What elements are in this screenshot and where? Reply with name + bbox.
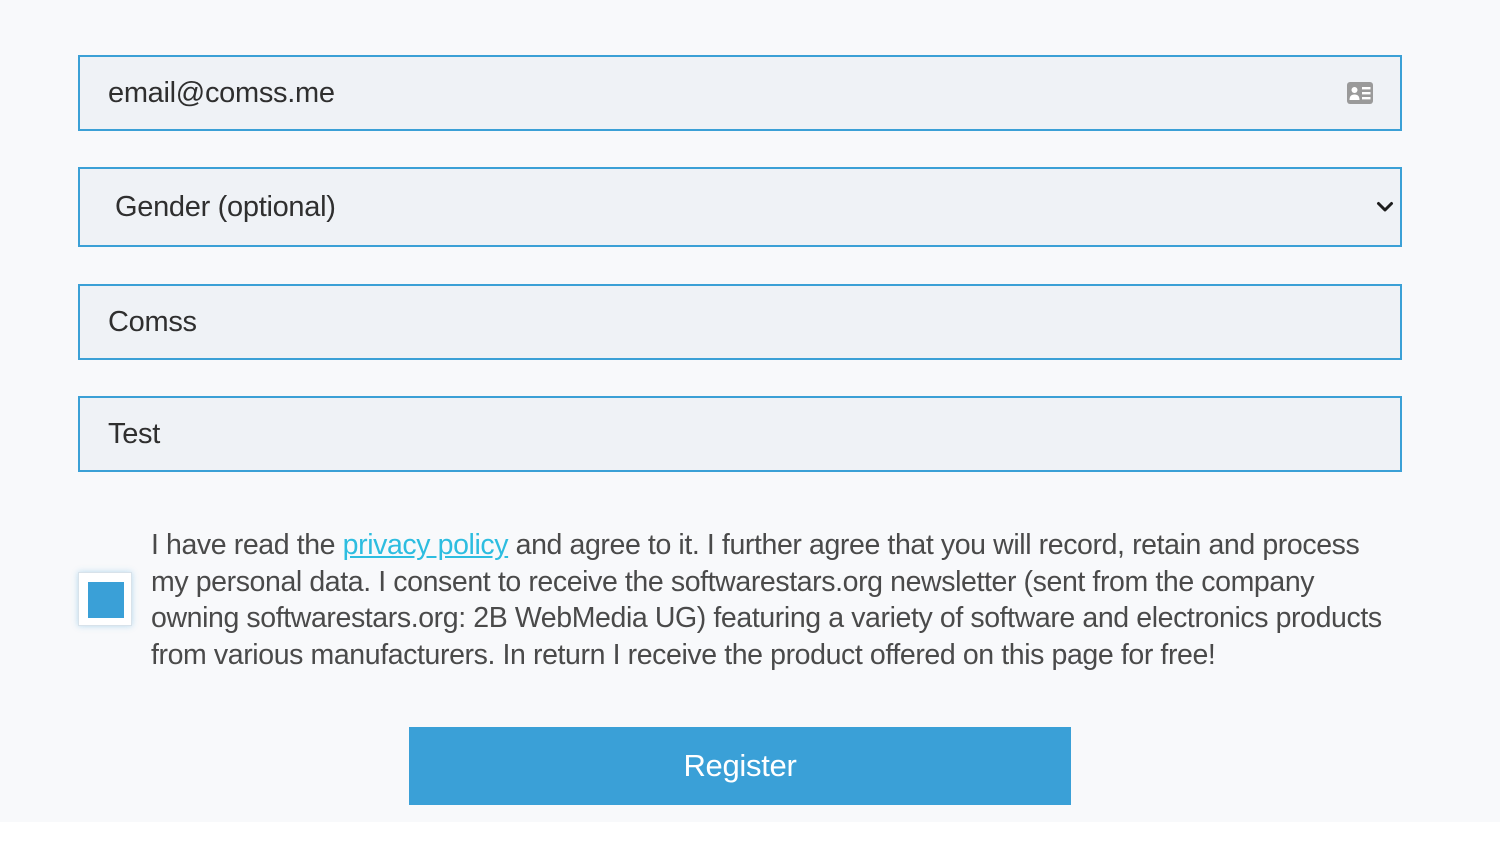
contact-card-icon[interactable] <box>1346 81 1374 105</box>
gender-field[interactable]: Gender (optional) <box>78 167 1402 247</box>
page-footer-band <box>0 822 1500 854</box>
register-button[interactable]: Register <box>409 727 1071 805</box>
last-name-field[interactable] <box>78 396 1402 472</box>
privacy-policy-link[interactable]: privacy policy <box>343 529 509 561</box>
checkbox-checked-indicator <box>88 582 124 618</box>
consent-text: I have read the privacy policy and agree… <box>151 527 1401 673</box>
last-name-input[interactable] <box>80 398 1400 470</box>
consent-checkbox[interactable] <box>78 572 132 626</box>
consent-text-before: I have read the <box>151 529 343 561</box>
email-field[interactable] <box>78 55 1402 131</box>
first-name-field[interactable] <box>78 284 1402 360</box>
first-name-input[interactable] <box>80 286 1400 358</box>
gender-select[interactable]: Gender (optional) <box>80 169 1400 245</box>
email-input[interactable] <box>80 57 1400 129</box>
